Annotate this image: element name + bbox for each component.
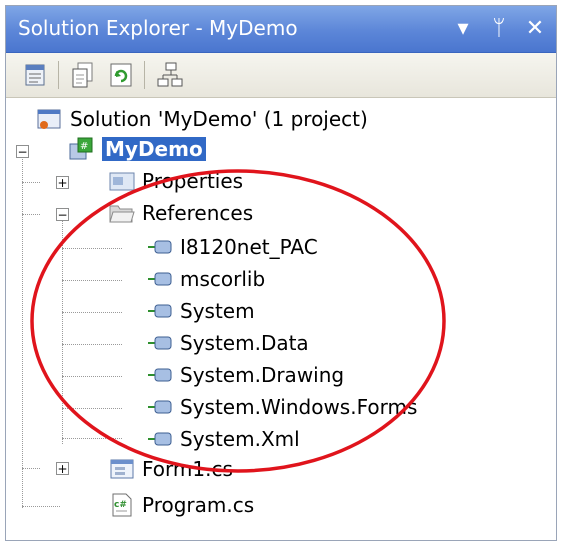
panel-border: [5, 5, 557, 541]
solution-explorer-panel: Solution Explorer - MyDemo ▾ ᛘ ✕ Solutio…: [0, 0, 561, 545]
